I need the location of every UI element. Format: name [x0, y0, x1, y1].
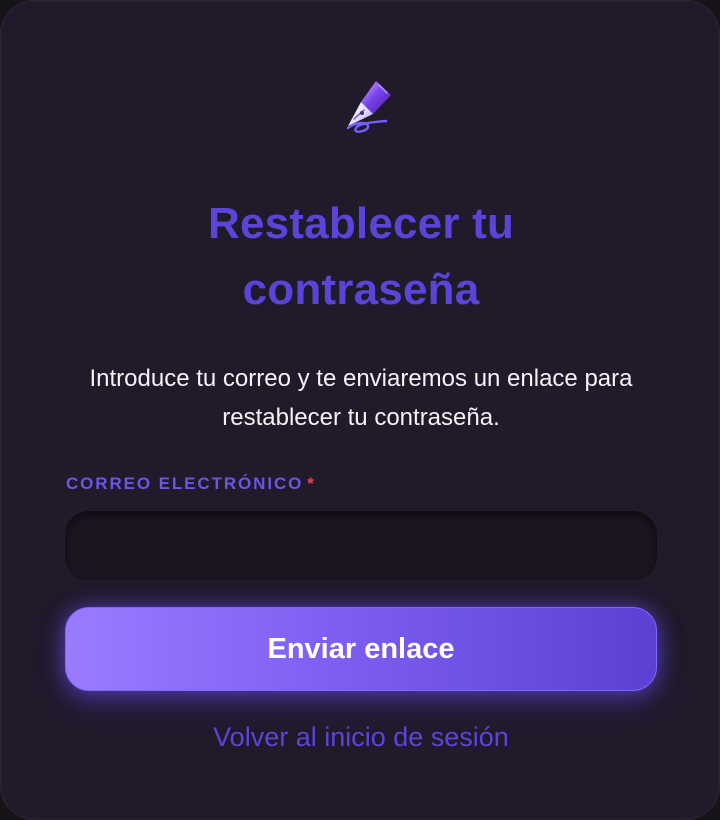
- page-title-line-2: contraseña: [242, 265, 480, 314]
- fountain-pen-icon: [346, 81, 391, 133]
- email-field-label: CORREO ELECTRÓNICO *: [66, 473, 316, 495]
- page-title: Restablecer tu contraseña: [61, 191, 661, 323]
- back-to-login-link[interactable]: Volver al inicio de sesión: [161, 719, 561, 755]
- send-link-button[interactable]: Enviar enlace: [65, 607, 657, 691]
- required-marker: *: [307, 474, 316, 493]
- email-label-text: CORREO ELECTRÓNICO: [66, 474, 304, 493]
- page-title-line-1: Restablecer tu: [207, 199, 515, 248]
- page-description: Introduce tu correo y te enviaremos un e…: [89, 365, 633, 431]
- password-reset-card: Restablecer tu contraseña Introduce tu c…: [0, 0, 720, 820]
- email-input[interactable]: [65, 511, 657, 581]
